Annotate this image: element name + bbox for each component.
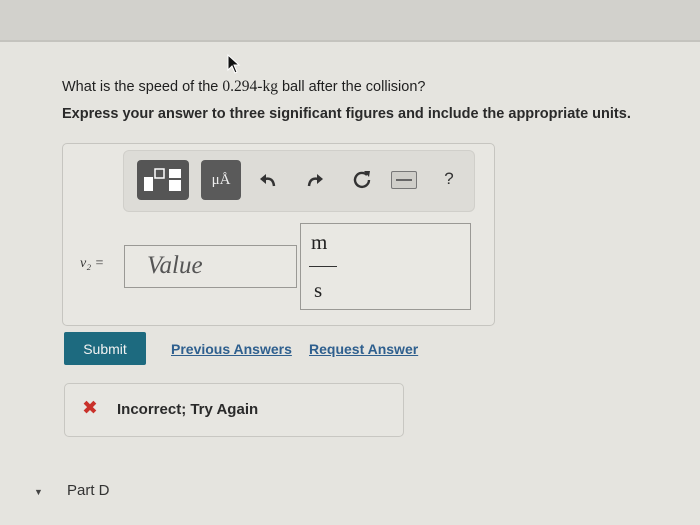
units-icon[interactable]: μÅ [201, 160, 241, 200]
question-mass: 0.294-kg [222, 78, 278, 95]
templates-icon[interactable] [137, 160, 189, 200]
request-answer-link[interactable]: Request Answer [309, 341, 418, 357]
mouse-cursor-icon [227, 53, 241, 79]
redo-icon[interactable] [304, 169, 326, 191]
instruction-text: Express your answer to three significant… [62, 106, 631, 122]
question-suffix: ball after the collision? [277, 79, 426, 95]
help-icon[interactable]: ? [438, 167, 460, 191]
browser-top-band [0, 0, 700, 40]
question-text: What is the speed of the 0.294-kg ball a… [62, 78, 425, 96]
reset-icon[interactable] [350, 167, 374, 191]
value-input[interactable]: Value [124, 245, 297, 288]
math-toolbar: μÅ ? [123, 150, 475, 212]
question-prefix: What is the speed of the [62, 79, 223, 95]
expand-arrow-icon[interactable]: ▼ [34, 487, 43, 497]
units-input[interactable]: m s [300, 223, 471, 310]
undo-icon[interactable] [257, 169, 279, 191]
unit-numerator: m [311, 230, 328, 254]
previous-answers-link[interactable]: Previous Answers [171, 341, 292, 357]
feedback-text: Incorrect; Try Again [117, 401, 259, 418]
fraction-bar [309, 266, 337, 267]
feedback-box: ✖ Incorrect; Try Again [64, 383, 404, 437]
incorrect-x-icon: ✖ [82, 398, 98, 419]
keyboard-icon[interactable] [391, 171, 417, 189]
unit-denominator: s [314, 278, 323, 302]
variable-label: v₂ = [80, 256, 105, 271]
part-d-label[interactable]: Part D [67, 482, 110, 499]
submit-button[interactable]: Submit [64, 332, 146, 365]
